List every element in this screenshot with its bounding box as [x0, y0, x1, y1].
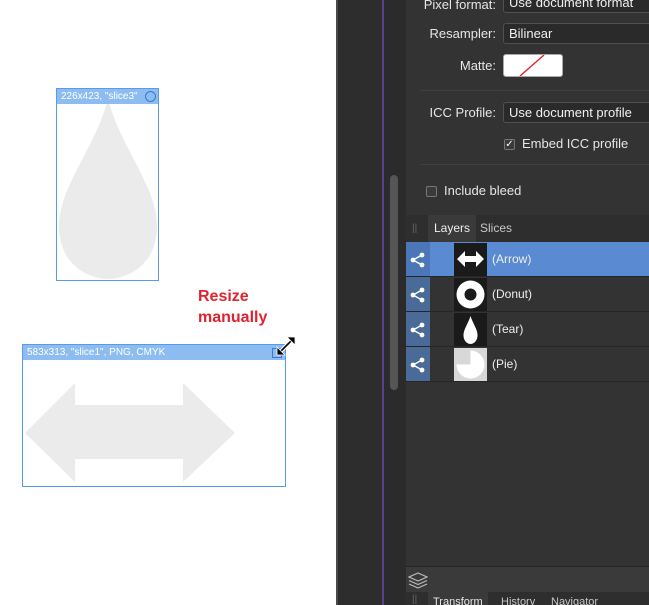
pie-thumbnail-icon [454, 348, 487, 381]
slice-header[interactable]: 583x313, "slice1", PNG, CMYK [23, 345, 285, 360]
embed-icc-label: Embed ICC profile [522, 136, 629, 151]
bottom-panel-tabs: || Transform History Navigator [406, 592, 649, 605]
share-icon [410, 252, 425, 268]
panel-grip-icon[interactable]: || [412, 594, 417, 605]
panel-grip-icon[interactable]: || [412, 223, 417, 234]
pixel-format-dropdown[interactable]: Use document format [503, 0, 649, 13]
include-bleed-label: Include bleed [444, 183, 522, 198]
matte-label: Matte: [459, 58, 496, 73]
export-panel: Pixel format: Use document format Resamp… [406, 0, 649, 605]
tear-thumbnail-icon [454, 313, 487, 346]
share-icon [410, 357, 425, 373]
arrow-shape [25, 383, 235, 482]
tab-transform[interactable]: Transform [428, 592, 488, 605]
slice-header[interactable]: 226x423, "slice3" [57, 89, 158, 104]
document-canvas[interactable]: 226x423, "slice3" 583x313, "slice1", PNG… [0, 0, 336, 605]
matte-color-swatch[interactable] [503, 54, 563, 77]
layers-panel-tabs: || Layers Slices [406, 215, 649, 242]
resize-cursor-icon [276, 336, 296, 356]
slice-arrow[interactable]: 583x313, "slice1", PNG, CMYK [22, 344, 286, 487]
pixel-format-value: Use document format [509, 0, 634, 10]
slice-header-text: 226x423, "slice3" [61, 91, 138, 102]
divider [420, 90, 649, 91]
tab-transform-label: Transform [433, 596, 483, 605]
slice-header-text: 583x313, "slice1", PNG, CMYK [27, 347, 166, 358]
tab-history-label: History [501, 596, 536, 605]
resampler-label: Resampler: [429, 26, 496, 41]
divider [420, 164, 649, 165]
slice-tear[interactable]: 226x423, "slice3" [56, 88, 159, 281]
resampler-dropdown[interactable]: Bilinear [503, 23, 649, 44]
icc-profile-dropdown[interactable]: Use document profile [503, 102, 649, 123]
icc-profile-value: Use document profile [509, 105, 632, 120]
tab-navigator-label: Navigator [551, 596, 599, 605]
tear-shape [58, 99, 158, 279]
panel-scrollbar[interactable] [390, 175, 398, 390]
share-icon [410, 322, 425, 338]
tab-layers-label: Layers [434, 221, 471, 235]
share-icon [410, 287, 425, 303]
tab-slices-label: Slices [480, 221, 513, 235]
resampler-value: Bilinear [509, 26, 553, 41]
layer-name: (Pie) [492, 357, 518, 371]
no-color-icon [519, 55, 545, 76]
tab-layers[interactable]: Layers [428, 215, 477, 242]
layer-row-arrow[interactable]: (Arrow) [406, 242, 649, 277]
tab-slices[interactable]: Slices [474, 215, 518, 242]
layer-row-tear[interactable]: (Tear) [406, 312, 649, 347]
layers-bottom-bar [406, 566, 649, 593]
layers-stack-icon[interactable] [408, 571, 428, 589]
layer-name: (Tear) [492, 322, 524, 336]
pixel-format-label: Pixel format: [423, 0, 496, 12]
embed-icc-checkbox[interactable]: ✓ [504, 139, 515, 150]
dialog-gutter [338, 0, 382, 605]
layer-row-pie[interactable]: (Pie) [406, 347, 649, 382]
tab-navigator[interactable]: Navigator [551, 592, 598, 605]
resize-annotation: Resize manually [198, 288, 268, 326]
layer-name: (Arrow) [492, 252, 532, 266]
donut-thumbnail-icon [454, 278, 487, 311]
icc-profile-label: ICC Profile: [429, 105, 496, 120]
layer-name: (Donut) [492, 287, 533, 301]
tab-history[interactable]: History [501, 592, 535, 605]
arrow-thumbnail-icon [454, 243, 487, 276]
include-bleed-checkbox[interactable] [426, 186, 437, 197]
checkmark-icon: ✓ [505, 139, 514, 150]
slice-options-icon[interactable] [145, 91, 156, 102]
layer-row-donut[interactable]: (Donut) [406, 277, 649, 312]
